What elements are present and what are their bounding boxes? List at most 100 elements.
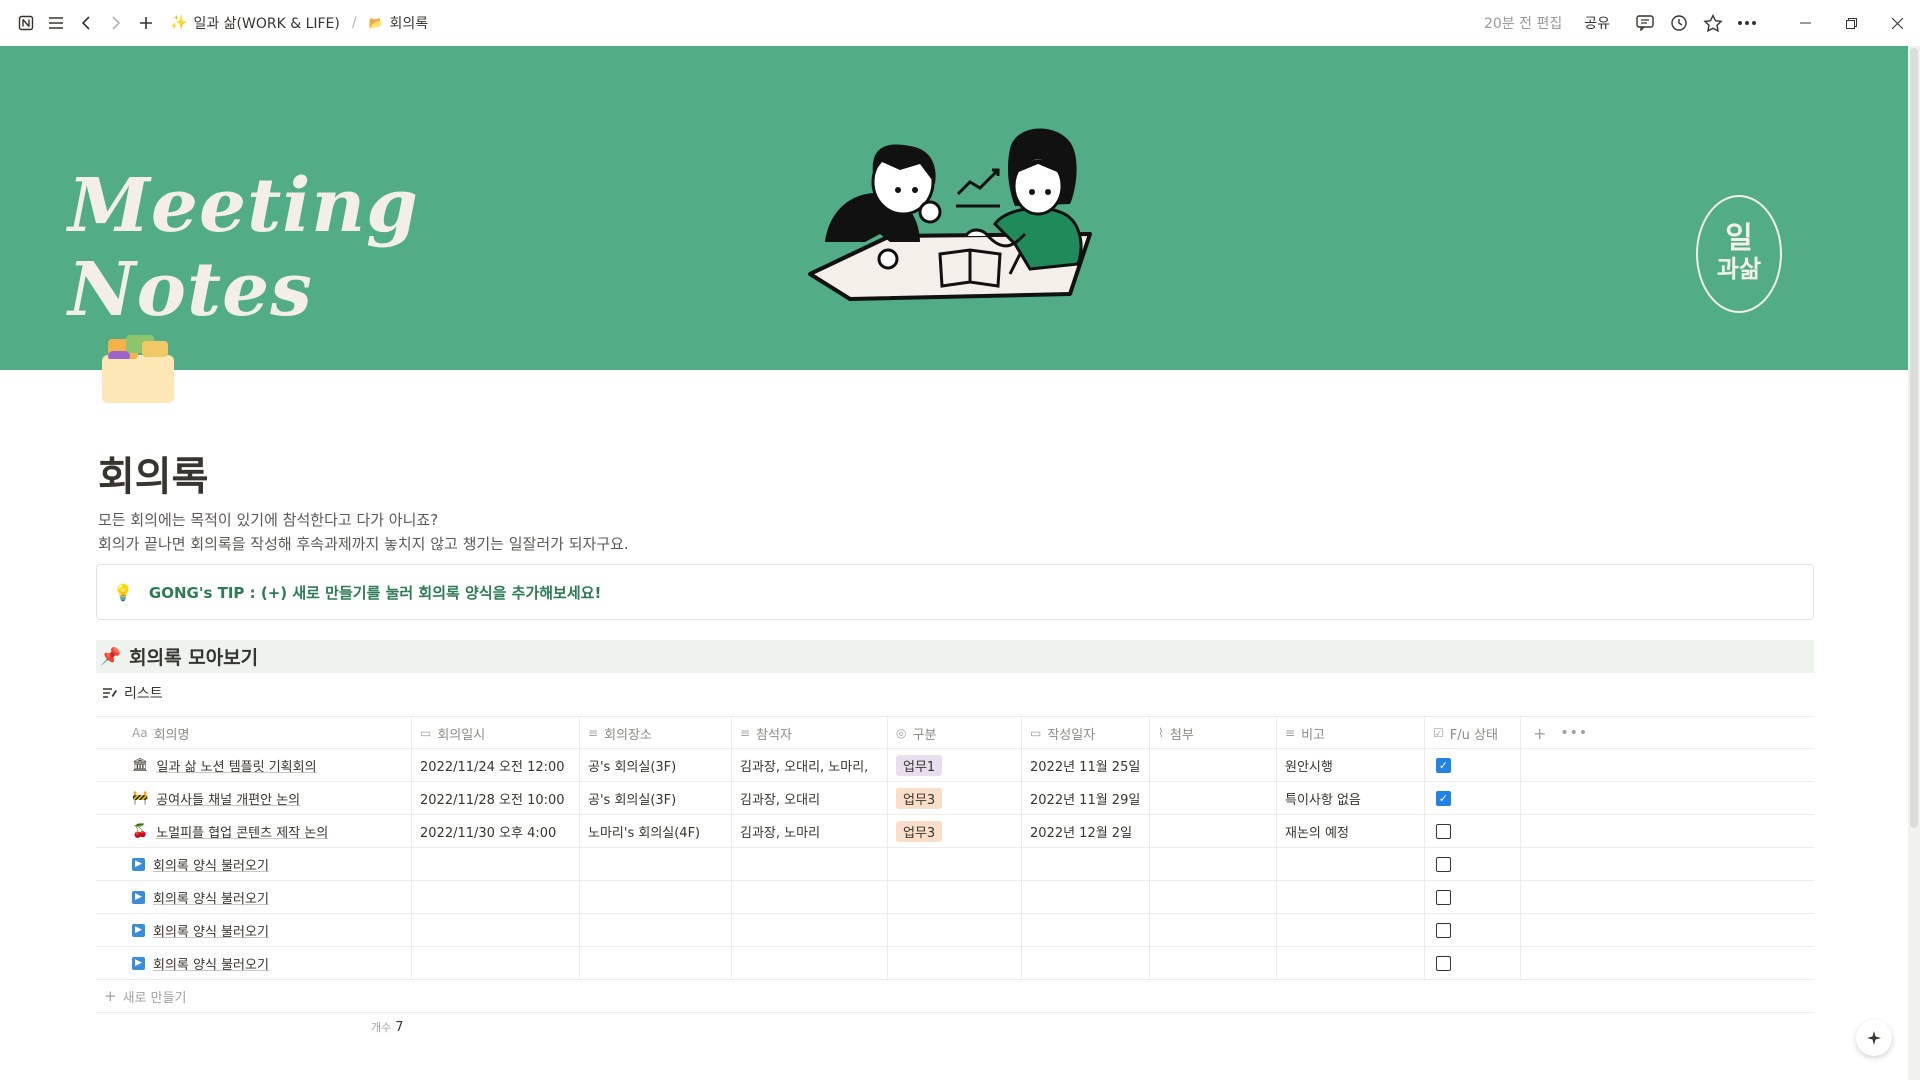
column-header-type[interactable]: ◎ 구분 — [888, 717, 1022, 749]
cell-attendees[interactable] — [732, 881, 888, 913]
cell-created[interactable]: 2022년 12월 2일 — [1022, 815, 1150, 847]
cell-place[interactable] — [580, 947, 732, 979]
forward-icon[interactable] — [102, 9, 130, 37]
comment-icon[interactable] — [1628, 6, 1662, 40]
table-row[interactable]: 🏛 일과 삶 노션 템플릿 기획회의 2022/11/24 오전 12:00 공'… — [96, 749, 1814, 782]
row-title[interactable]: 일과 삶 노션 템플릿 기획회의 — [157, 756, 317, 775]
section-heading[interactable]: 📌 회의록 모아보기 — [96, 640, 1814, 673]
cell-place[interactable] — [580, 914, 732, 946]
cell-attach[interactable] — [1150, 881, 1277, 913]
cell-place[interactable]: 공's 회의실(3F) — [580, 782, 732, 814]
ai-assistant-button[interactable] — [1856, 1020, 1892, 1056]
cell-note[interactable]: 원안시행 — [1277, 749, 1425, 781]
row-title[interactable]: 회의록 양식 불러오기 — [153, 921, 269, 940]
cell-datetime[interactable]: 2022/11/28 오전 10:00 — [412, 782, 580, 814]
page-title[interactable]: 회의록 — [98, 444, 208, 502]
notion-logo-icon[interactable] — [12, 9, 40, 37]
cell-note[interactable] — [1277, 947, 1425, 979]
new-page-plus-icon[interactable] — [132, 9, 160, 37]
cell-created[interactable] — [1022, 947, 1150, 979]
favorite-star-icon[interactable] — [1696, 6, 1730, 40]
breadcrumb-item-worklife[interactable]: 일과 삶(WORK & LIFE) — [193, 13, 339, 33]
fu-status-checkbox[interactable] — [1436, 856, 1451, 872]
column-header-datetime[interactable]: ▭ 회의일시 — [412, 717, 580, 749]
cell-type[interactable]: 업무3 — [888, 815, 1022, 847]
cell-title[interactable]: 🍒 노멀피플 협업 콘텐츠 제작 논의 — [96, 815, 412, 847]
cell-attach[interactable] — [1150, 947, 1277, 979]
cell-attach[interactable] — [1150, 782, 1277, 814]
column-header-created[interactable]: ▭ 작성일자 — [1022, 717, 1150, 749]
cell-datetime[interactable] — [412, 881, 580, 913]
cell-attach[interactable] — [1150, 914, 1277, 946]
cell-note[interactable] — [1277, 848, 1425, 880]
cell-type[interactable] — [888, 848, 1022, 880]
column-header-attach[interactable]: ⌇ 첨부 — [1150, 717, 1277, 749]
cell-attendees[interactable] — [732, 848, 888, 880]
fu-status-checkbox[interactable] — [1436, 889, 1451, 905]
new-row-button[interactable]: + 새로 만들기 — [96, 980, 1814, 1013]
fu-status-checkbox[interactable] — [1436, 922, 1451, 938]
cell-attach[interactable] — [1150, 815, 1277, 847]
menu-icon[interactable] — [42, 9, 70, 37]
cell-title[interactable]: ▶ 회의록 양식 불러오기 — [96, 848, 412, 880]
cell-type[interactable]: 업무3 — [888, 782, 1022, 814]
cell-attendees[interactable] — [732, 914, 888, 946]
cell-datetime[interactable] — [412, 947, 580, 979]
cell-datetime[interactable]: 2022/11/24 오전 12:00 — [412, 749, 580, 781]
cell-attendees[interactable]: 김과장, 노마리 — [732, 815, 888, 847]
fu-status-checkbox[interactable] — [1436, 823, 1451, 839]
more-options-icon[interactable] — [1730, 6, 1764, 40]
cell-title[interactable]: 🚧 공여사들 채널 개편안 논의 — [96, 782, 412, 814]
table-row[interactable]: ▶ 회의록 양식 불러오기 — [96, 914, 1814, 947]
table-row[interactable]: 🚧 공여사들 채널 개편안 논의 2022/11/28 오전 10:00 공's … — [96, 782, 1814, 815]
cell-datetime[interactable] — [412, 848, 580, 880]
column-header-fu-status[interactable]: ☑ F/u 상태 — [1425, 717, 1521, 749]
column-header-attendees[interactable]: ≡ 참석자 — [732, 717, 888, 749]
cell-created[interactable]: 2022년 11월 29일 — [1022, 782, 1150, 814]
history-clock-icon[interactable] — [1662, 6, 1696, 40]
table-row[interactable]: 🍒 노멀피플 협업 콘텐츠 제작 논의 2022/11/30 오후 4:00 노마… — [96, 815, 1814, 848]
cell-attendees[interactable]: 김과장, 오대리 — [732, 782, 888, 814]
back-icon[interactable] — [72, 9, 100, 37]
cell-created[interactable]: 2022년 11월 25일 — [1022, 749, 1150, 781]
row-title[interactable]: 공여사들 채널 개편안 논의 — [156, 789, 300, 808]
view-tab-list[interactable]: 리스트 — [102, 683, 163, 703]
row-title[interactable]: 회의록 양식 불러오기 — [153, 855, 269, 874]
cell-title[interactable]: ▶ 회의록 양식 불러오기 — [96, 881, 412, 913]
close-window-icon[interactable] — [1874, 0, 1920, 46]
minimize-window-icon[interactable] — [1782, 0, 1828, 46]
cell-created[interactable] — [1022, 914, 1150, 946]
cell-title[interactable]: 🏛 일과 삶 노션 템플릿 기획회의 — [96, 749, 412, 781]
cell-created[interactable] — [1022, 881, 1150, 913]
tip-callout[interactable]: 💡 GONG's TIP : (+) 새로 만들기를 눌러 회의록 양식을 추가… — [96, 564, 1814, 620]
scrollbar-thumb[interactable] — [1910, 48, 1918, 828]
cell-attach[interactable] — [1150, 848, 1277, 880]
cell-place[interactable]: 공's 회의실(3F) — [580, 749, 732, 781]
folder-page-icon[interactable] — [100, 333, 176, 405]
cell-type[interactable] — [888, 881, 1022, 913]
cell-created[interactable] — [1022, 848, 1150, 880]
row-title[interactable]: 회의록 양식 불러오기 — [153, 954, 269, 973]
table-row[interactable]: ▶ 회의록 양식 불러오기 — [96, 848, 1814, 881]
column-header-note[interactable]: ≡ 비고 — [1277, 717, 1425, 749]
cell-attendees[interactable] — [732, 947, 888, 979]
column-header-name[interactable]: Aa 회의명 — [96, 717, 412, 749]
cell-place[interactable]: 노마리's 회의실(4F) — [580, 815, 732, 847]
breadcrumb-item-meetings[interactable]: 회의록 — [390, 13, 429, 33]
cell-note[interactable] — [1277, 881, 1425, 913]
cell-place[interactable] — [580, 848, 732, 880]
fu-status-checkbox[interactable] — [1436, 955, 1451, 971]
restore-window-icon[interactable] — [1828, 0, 1874, 46]
cell-datetime[interactable]: 2022/11/30 오후 4:00 — [412, 815, 580, 847]
share-button[interactable]: 공유 — [1584, 13, 1610, 33]
cell-note[interactable]: 재논의 예정 — [1277, 815, 1425, 847]
column-header-place[interactable]: ≡ 회의장소 — [580, 717, 732, 749]
cell-note[interactable]: 특이사항 없음 — [1277, 782, 1425, 814]
cell-type[interactable]: 업무1 — [888, 749, 1022, 781]
more-properties-icon[interactable]: ••• — [1560, 725, 1588, 741]
row-title[interactable]: 노멀피플 협업 콘텐츠 제작 논의 — [156, 822, 328, 841]
table-row[interactable]: ▶ 회의록 양식 불러오기 — [96, 881, 1814, 914]
cell-note[interactable] — [1277, 914, 1425, 946]
cell-type[interactable] — [888, 914, 1022, 946]
cell-type[interactable] — [888, 947, 1022, 979]
